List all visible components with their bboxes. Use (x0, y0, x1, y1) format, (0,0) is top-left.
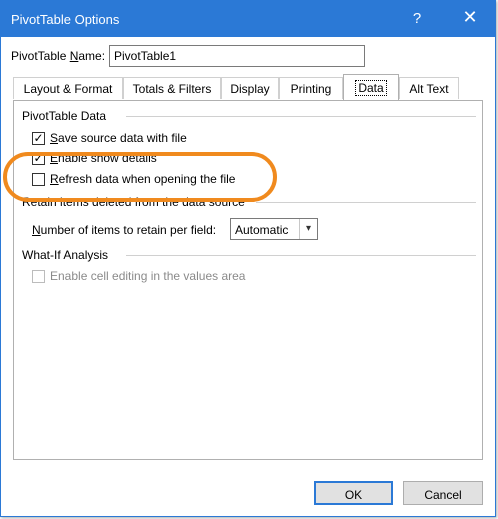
check-icon: ✓ (33, 151, 44, 165)
window-title: PivotTable Options (11, 12, 120, 27)
what-if-analysis-group-title: What-If Analysis (22, 248, 109, 262)
tab-printing[interactable]: Printing (279, 77, 343, 99)
refresh-on-open-checkbox[interactable] (32, 173, 45, 186)
pivottable-name-label: PivotTable Name: (11, 49, 106, 63)
retain-items-select[interactable]: Automatic ▾ (230, 218, 318, 240)
enable-show-details-checkbox[interactable]: ✓ (32, 152, 45, 165)
help-icon[interactable]: ? (407, 10, 427, 30)
save-source-data-label: Save source data with file (50, 131, 187, 145)
retain-items-label: Number of items to retain per field: (32, 223, 217, 237)
cancel-button[interactable]: Cancel (403, 481, 483, 505)
enable-cell-editing-checkbox (32, 270, 45, 283)
save-source-data-checkbox[interactable]: ✓ (32, 132, 45, 145)
refresh-on-open-label: Refresh data when opening the file (50, 172, 236, 186)
enable-cell-editing-label: Enable cell editing in the values area (50, 269, 246, 283)
title-bar[interactable]: PivotTable Options ? ✕ (1, 1, 495, 37)
pivottable-name-input[interactable] (109, 45, 365, 67)
retain-items-select-value: Automatic (235, 223, 289, 237)
tab-data[interactable]: Data (343, 74, 399, 100)
chevron-down-icon[interactable]: ▾ (299, 219, 317, 239)
tab-strip: Layout & Format Totals & Filters Display… (13, 74, 483, 101)
pivottable-options-dialog: PivotTable Options ? ✕ PivotTable Name: … (0, 0, 496, 517)
data-tab-panel: PivotTable Data ✓ Save source data with … (13, 100, 483, 460)
tab-layout-format[interactable]: Layout & Format (13, 77, 123, 99)
tab-display[interactable]: Display (221, 77, 279, 99)
ok-button[interactable]: OK (314, 481, 393, 505)
close-icon[interactable]: ✕ (459, 7, 481, 29)
group-divider (126, 116, 476, 117)
enable-show-details-label: Enable show details (50, 151, 157, 165)
pivottable-data-group-title: PivotTable Data (22, 109, 107, 123)
group-divider (126, 255, 476, 256)
tab-alt-text[interactable]: Alt Text (399, 77, 459, 99)
check-icon: ✓ (33, 131, 44, 145)
retain-items-group-title: Retain items deleted from the data sourc… (22, 195, 245, 209)
group-divider (256, 202, 476, 203)
tab-totals-filters[interactable]: Totals & Filters (123, 77, 221, 99)
